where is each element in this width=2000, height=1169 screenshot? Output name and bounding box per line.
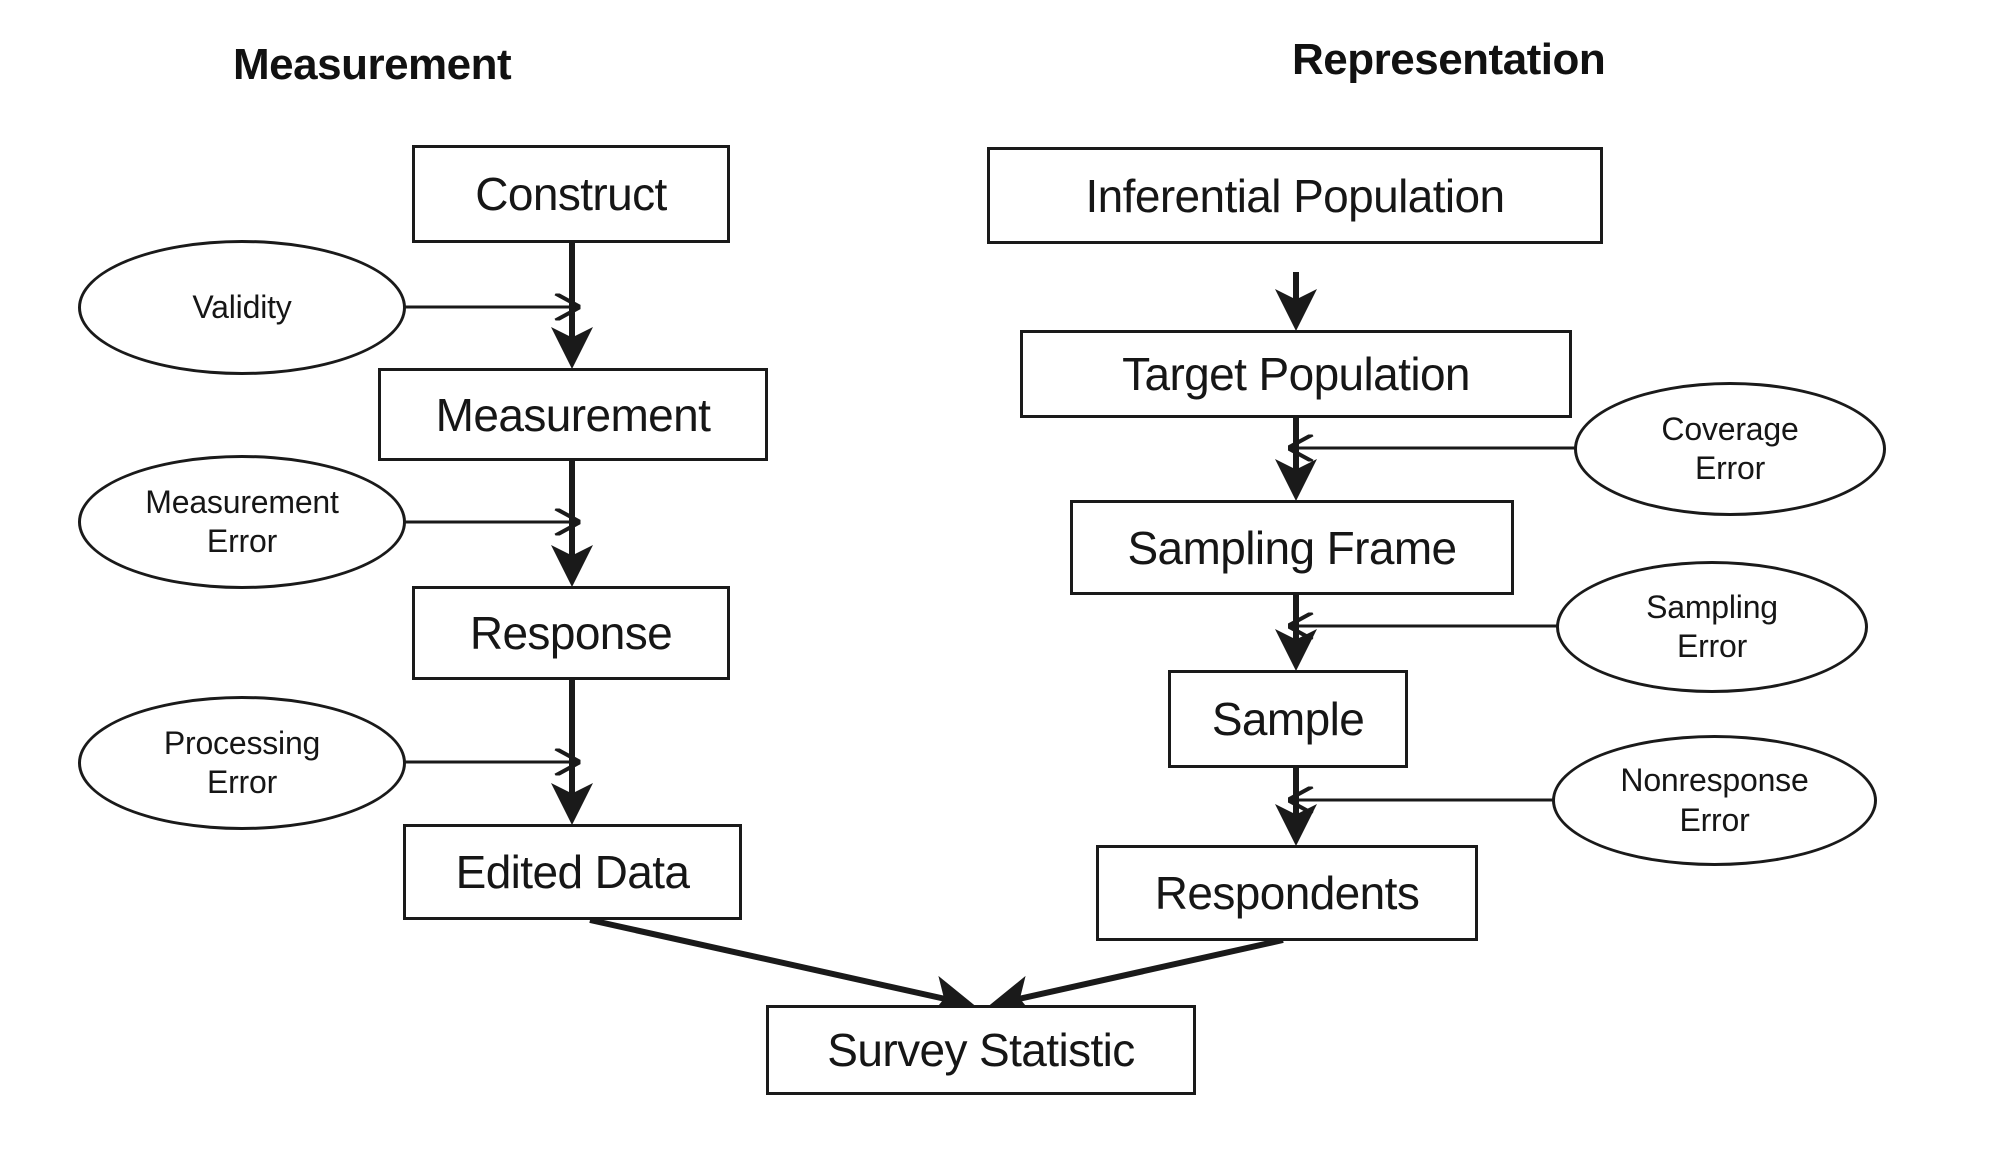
node-inferential-population[interactable]: Inferential Population [987, 147, 1603, 244]
error-source-processing-error[interactable]: Processing Error [78, 696, 406, 830]
column-header-measurement: Measurement [233, 40, 512, 89]
node-respondents[interactable]: Respondents [1096, 845, 1478, 941]
node-measurement[interactable]: Measurement [378, 368, 768, 461]
edge-respondents-to-survey-statistic [989, 937, 1284, 1017]
error-source-coverage-error[interactable]: Coverage Error [1574, 382, 1886, 516]
column-header-representation: Representation [1292, 35, 1606, 84]
node-construct[interactable]: Construct [412, 145, 730, 243]
node-inferential-population-label: Inferential Population [1085, 169, 1506, 222]
error-source-nonresponse-error[interactable]: Nonresponse Error [1552, 735, 1877, 866]
error-source-sampling-error-label: Sampling Error [1646, 588, 1778, 664]
node-edited-data[interactable]: Edited Data [403, 824, 742, 920]
node-construct-label: Construct [475, 168, 667, 220]
node-edited-data-label: Edited Data [455, 846, 690, 898]
node-target-population-label: Target Population [1122, 348, 1470, 400]
node-measurement-label: Measurement [435, 388, 711, 441]
error-source-coverage-error-label: Coverage Error [1661, 410, 1799, 486]
node-sample[interactable]: Sample [1168, 670, 1408, 768]
survey-error-diagram: Measurement Representation Construct Mea… [0, 0, 2000, 1169]
error-source-nonresponse-error-label: Nonresponse Error [1620, 762, 1809, 838]
node-response-label: Response [469, 607, 673, 659]
error-source-validity-label: Validity [192, 288, 292, 325]
node-response[interactable]: Response [412, 586, 730, 680]
edge-edited-data-to-survey-statistic [589, 917, 975, 1017]
node-survey-statistic-label: Survey Statistic [827, 1024, 1135, 1076]
error-source-measurement-error[interactable]: Measurement Error [78, 455, 406, 589]
error-source-validity[interactable]: Validity [78, 240, 406, 375]
error-source-sampling-error[interactable]: Sampling Error [1556, 561, 1868, 693]
node-sample-label: Sample [1211, 693, 1365, 745]
node-survey-statistic[interactable]: Survey Statistic [766, 1005, 1196, 1095]
error-source-measurement-error-label: Measurement Error [145, 483, 339, 559]
node-sampling-frame-label: Sampling Frame [1127, 521, 1457, 574]
node-target-population[interactable]: Target Population [1020, 330, 1572, 418]
node-sampling-frame[interactable]: Sampling Frame [1070, 500, 1514, 595]
error-source-processing-error-label: Processing Error [163, 724, 321, 800]
node-respondents-label: Respondents [1154, 867, 1420, 919]
